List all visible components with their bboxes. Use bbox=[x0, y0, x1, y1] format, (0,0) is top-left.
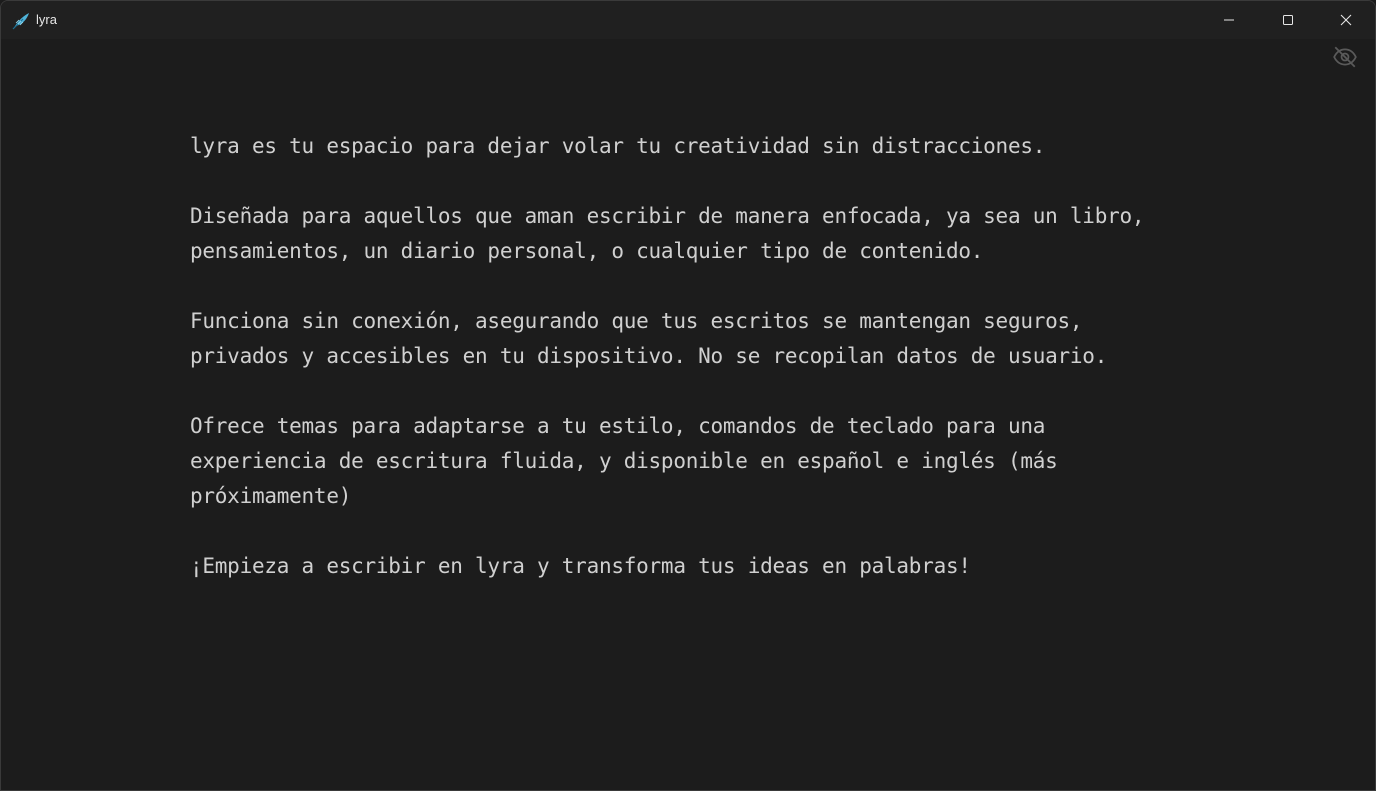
paragraph-intro: lyra es tu espacio para dejar volar tu c… bbox=[190, 134, 1046, 158]
minimize-button[interactable] bbox=[1200, 1, 1258, 39]
writing-area[interactable]: lyra es tu espacio para dejar volar tu c… bbox=[190, 129, 1170, 619]
paragraph-offline: Funciona sin conexión, asegurando que tu… bbox=[190, 309, 1108, 368]
paragraph-cta: ¡Empieza a escribir en lyra y transforma… bbox=[190, 554, 971, 578]
maximize-icon bbox=[1282, 14, 1294, 26]
maximize-button[interactable] bbox=[1259, 1, 1317, 39]
minimize-icon bbox=[1223, 14, 1235, 26]
window-title: lyra bbox=[36, 12, 57, 27]
focus-mode-toggle[interactable] bbox=[1332, 46, 1358, 72]
paragraph-features: Ofrece temas para adaptarse a tu estilo,… bbox=[190, 414, 1058, 508]
title-bar[interactable]: lyra bbox=[1, 1, 1375, 39]
close-button[interactable] bbox=[1317, 1, 1375, 39]
feather-icon bbox=[11, 11, 31, 31]
close-icon bbox=[1340, 14, 1352, 26]
paragraph-design: Diseñada para aquellos que aman escribir… bbox=[190, 204, 1145, 263]
eye-off-icon bbox=[1332, 44, 1358, 75]
app-window: lyra lyra es tu espacio para dejar volar… bbox=[0, 0, 1376, 791]
